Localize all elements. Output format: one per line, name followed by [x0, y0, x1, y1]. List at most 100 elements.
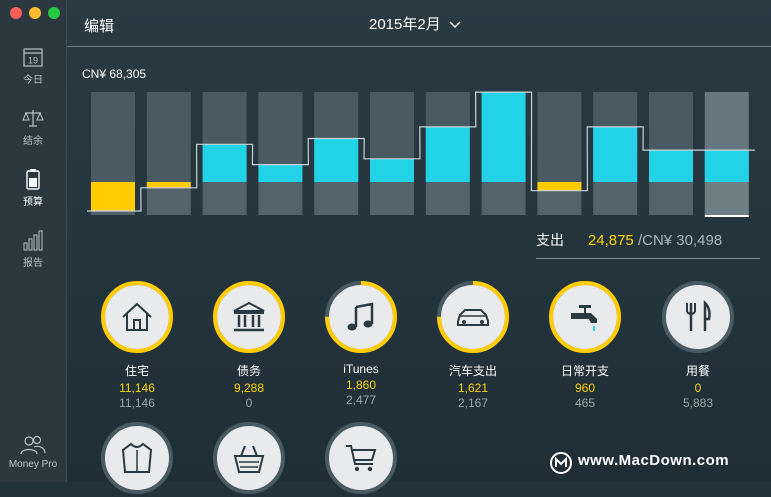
chart-bar-lower	[649, 182, 693, 215]
category-name: 债务	[236, 364, 261, 378]
category-spent: 9,288	[233, 381, 265, 395]
watermark-label: www.MacDown.com	[578, 452, 730, 469]
category-budget: 0	[245, 396, 253, 410]
category-tile[interactable]	[194, 422, 304, 494]
sidebar-item-today[interactable]: 19 今日	[0, 46, 66, 86]
chart-bar[interactable]	[91, 182, 135, 211]
category-budget: 465	[574, 396, 596, 410]
category-tile[interactable]	[306, 422, 416, 494]
watermark-text: www.MacDown.com	[548, 452, 729, 469]
category-name: 汽车支出	[448, 364, 497, 378]
bank-icon	[233, 301, 265, 332]
category-spent: 0	[694, 381, 702, 395]
chart-bar[interactable]	[258, 164, 303, 182]
battery-icon	[26, 169, 40, 190]
chart-bar-lower	[481, 182, 526, 215]
sidebar-item-label: 报告	[23, 258, 43, 269]
category-spent: 1,860	[345, 378, 377, 392]
category-circle[interactable]	[325, 422, 397, 494]
summary-label: 支出	[536, 232, 564, 248]
bar-chart-icon	[23, 230, 43, 251]
chart-bar-lower	[202, 182, 247, 215]
category-circle[interactable]	[213, 281, 285, 353]
category-name: 日常开支	[560, 364, 609, 378]
category-circle[interactable]	[213, 422, 285, 494]
sidebar-footer-label: Money Pro	[8, 459, 58, 470]
music-note-icon	[347, 302, 374, 331]
category-circle[interactable]	[101, 281, 173, 353]
chart-bar[interactable]	[370, 158, 414, 182]
chart-bar[interactable]	[704, 150, 749, 182]
category-budget: 5,883	[682, 396, 714, 410]
chart-bar[interactable]	[425, 126, 470, 182]
category-budget: 11,146	[119, 396, 155, 410]
chart-bar[interactable]	[202, 144, 247, 182]
category-budget: 2,167	[457, 396, 489, 410]
chart-bar-lower	[258, 182, 303, 215]
grocery-basket-icon	[233, 445, 265, 473]
category-budget: 2,477	[345, 393, 377, 407]
calendar-icon: 19	[23, 48, 43, 67]
sidebar-item-label: 结余	[23, 136, 43, 147]
category-tile[interactable]: 债务 9,288 0	[194, 281, 304, 410]
category-tile[interactable]: 用餐 0 5,883	[643, 281, 753, 410]
calendar-day: 19	[28, 56, 38, 66]
category-spent: 1,621	[457, 381, 489, 395]
sidebar-item-reports[interactable]: 报告	[0, 229, 66, 269]
category-spent: 11,146	[119, 381, 155, 395]
spending-summary: 支出 24,875 /CN¥ 30,498	[536, 230, 722, 250]
category-name: 住宅	[124, 364, 149, 378]
chart-bar-lower	[314, 182, 359, 215]
chart-bar[interactable]	[146, 182, 191, 188]
chart-bar[interactable]	[481, 92, 526, 182]
category-circle[interactable]	[662, 281, 734, 353]
car-icon	[457, 309, 489, 326]
summary-budget: /CN¥ 30,498	[633, 232, 723, 249]
utensils-icon	[686, 299, 711, 331]
chart-bar[interactable]	[314, 138, 359, 183]
shopping-cart-icon	[346, 445, 377, 472]
category-circle[interactable]	[437, 281, 509, 353]
month-selector[interactable]: 2015年2月	[369, 13, 461, 34]
close-window-button[interactable]	[10, 7, 22, 19]
summary-spent: 24,875	[587, 232, 634, 249]
sidebar-item-money-pro[interactable]: Money Pro	[0, 434, 66, 470]
sidebar-item-balance[interactable]: 结余	[0, 107, 66, 147]
category-tile[interactable]: 日常开支 960 465	[530, 281, 640, 410]
category-name: 用餐	[685, 364, 710, 378]
chart-bar[interactable]	[649, 150, 693, 182]
category-name: iTunes	[343, 362, 379, 376]
sidebar: 19 今日 结余 预算 报告 Money Pro	[0, 0, 67, 482]
summary-divider	[536, 258, 760, 259]
chevron-down-icon	[449, 16, 461, 33]
category-circle[interactable]	[325, 281, 397, 353]
toolbar: 编辑 2015年2月	[67, 0, 771, 47]
chart-bar-lower	[593, 182, 638, 215]
chart-bar-selected-indicator	[704, 215, 749, 217]
chart-bar-lower	[425, 182, 470, 215]
faucet-icon	[571, 305, 597, 331]
sidebar-item-label: 今日	[23, 75, 43, 86]
category-circle[interactable]	[101, 422, 173, 494]
sidebar-item-budget[interactable]: 预算	[0, 168, 66, 208]
chart-bar-lower	[704, 182, 749, 215]
minimize-window-button[interactable]	[29, 7, 41, 19]
scale-icon	[22, 110, 44, 127]
chart-bar[interactable]	[537, 182, 582, 191]
chart-total-label: CN¥ 68,305	[82, 67, 147, 81]
zoom-window-button[interactable]	[48, 7, 60, 19]
category-circle[interactable]	[549, 281, 621, 353]
app-window: 19 今日 结余 预算 报告 Money Pro 编辑 2015年2月 CN¥ …	[0, 0, 771, 494]
chart-bar[interactable]	[593, 126, 638, 182]
category-tile[interactable]: 汽车支出 1,621 2,167	[418, 281, 528, 410]
category-tile[interactable]: iTunes 1,860 2,477	[306, 281, 416, 407]
chart-bar-lower	[370, 182, 414, 215]
users-icon	[20, 435, 46, 455]
month-label: 2015年2月	[369, 16, 441, 33]
edit-button[interactable]: 编辑	[84, 15, 114, 36]
shirt-icon	[121, 442, 153, 473]
category-tile[interactable]: 住宅 11,146 11,146	[82, 281, 192, 410]
house-icon	[122, 302, 152, 331]
sidebar-item-label: 预算	[23, 197, 43, 208]
category-tile[interactable]	[82, 422, 192, 494]
